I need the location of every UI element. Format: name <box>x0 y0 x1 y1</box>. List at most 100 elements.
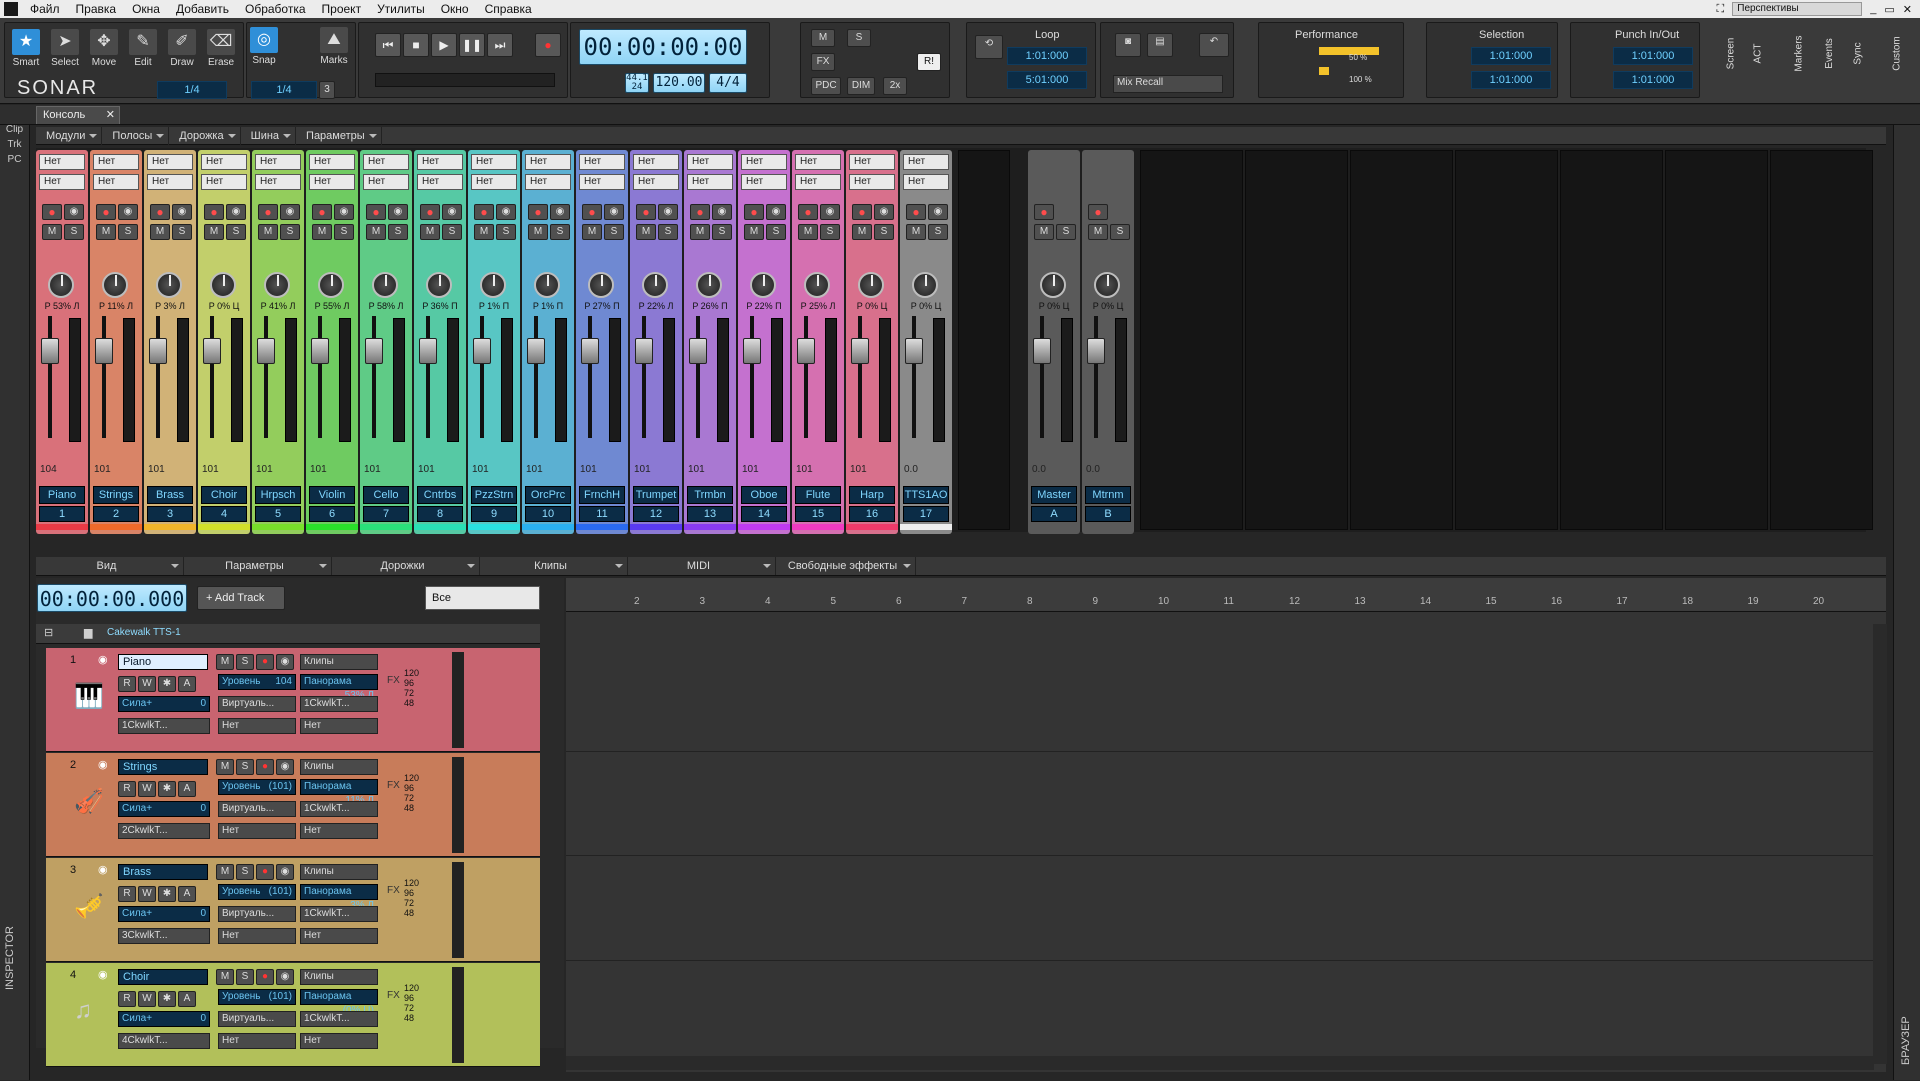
volume-fader[interactable] <box>851 338 869 364</box>
solo-button[interactable]: S <box>766 224 786 240</box>
output-selector[interactable]: Нет <box>795 174 841 190</box>
menu-insert[interactable]: Добавить <box>168 0 237 18</box>
bank-selector[interactable]: Нет <box>218 718 296 734</box>
volume-fader[interactable] <box>257 338 275 364</box>
strip-name[interactable]: PzzStrn <box>471 486 517 504</box>
volume-fader[interactable] <box>743 338 761 364</box>
input-echo-button[interactable]: ◉ <box>874 204 894 220</box>
strip-name[interactable]: Flute <box>795 486 841 504</box>
console-menu-3[interactable]: Шина <box>241 127 297 145</box>
panel-act[interactable]: ACT <box>1753 44 1764 64</box>
track-automation-3[interactable]: A <box>178 886 196 902</box>
track-solo-button[interactable]: S <box>236 864 254 880</box>
record-arm-button[interactable]: ● <box>150 204 170 220</box>
document-button[interactable]: ▤ <box>1147 33 1173 57</box>
input-echo-button[interactable]: ◉ <box>388 204 408 220</box>
browser-label[interactable]: БРАУЗЕР <box>1900 985 1912 1065</box>
channel-selector[interactable]: 3CkwlkT... <box>118 928 210 944</box>
solo-button[interactable]: S <box>496 224 516 240</box>
track-automation-1[interactable]: W <box>138 886 156 902</box>
patch-selector[interactable]: Нет <box>300 928 378 944</box>
record-arm-button[interactable]: ● <box>690 204 710 220</box>
solo-button[interactable]: S <box>118 224 138 240</box>
input-echo-button[interactable]: ◉ <box>820 204 840 220</box>
menu-file[interactable]: Файл <box>22 0 68 18</box>
velocity-offset[interactable]: Сила+ 0 <box>118 1011 210 1027</box>
solo-button[interactable]: S <box>820 224 840 240</box>
volume-fader[interactable] <box>203 338 221 364</box>
volume-fader[interactable] <box>95 338 113 364</box>
track-automation-3[interactable]: A <box>178 781 196 797</box>
tool-edit-button[interactable]: ✎ Edit <box>128 29 158 75</box>
input-selector[interactable]: Нет <box>579 154 625 170</box>
input-echo-button[interactable]: ◉ <box>442 204 462 220</box>
forward-button[interactable]: ⏭ <box>487 33 513 57</box>
mute-button[interactable]: M <box>1034 224 1054 240</box>
track-pan[interactable]: Панорама(0% Ц) <box>300 989 378 1016</box>
pan-knob[interactable] <box>372 272 398 298</box>
input-echo-button[interactable]: ◉ <box>118 204 138 220</box>
output-selector[interactable]: Нет <box>93 174 139 190</box>
pan-knob[interactable] <box>102 272 128 298</box>
input-selector[interactable]: Нет <box>849 154 895 170</box>
output-selector[interactable]: Нет <box>903 174 949 190</box>
mix-recall-dropdown[interactable]: Mix Recall <box>1113 75 1223 93</box>
mute-button[interactable]: M <box>420 224 440 240</box>
loop-end[interactable]: 5:01:000 <box>1007 71 1087 89</box>
track-automation-1[interactable]: W <box>138 991 156 1007</box>
track-menu-0[interactable]: Вид <box>36 557 184 575</box>
mute-button[interactable]: M <box>366 224 386 240</box>
track-mute-button[interactable]: M <box>216 759 234 775</box>
double-speed-button[interactable]: 2x <box>883 77 907 95</box>
input-selector[interactable]: Виртуаль... <box>218 1011 296 1027</box>
volume-fader[interactable] <box>41 338 59 364</box>
output-selector[interactable]: Нет <box>579 174 625 190</box>
patch-selector[interactable]: Нет <box>300 1033 378 1049</box>
console-menu-1[interactable]: Полосы <box>102 127 170 145</box>
output-selector[interactable]: 1CkwlkT... <box>300 906 378 922</box>
strip-name[interactable]: Trmbn <box>687 486 733 504</box>
input-selector[interactable]: Нет <box>255 154 301 170</box>
clips-dropdown[interactable]: Клипы <box>300 759 378 775</box>
track-automation-3[interactable]: A <box>178 991 196 1007</box>
clip-tab[interactable]: Clip <box>0 124 29 135</box>
input-selector[interactable]: Нет <box>525 154 571 170</box>
volume-fader[interactable] <box>149 338 167 364</box>
pan-knob[interactable] <box>210 272 236 298</box>
solo-button[interactable]: S <box>64 224 84 240</box>
track-name[interactable]: Choir <box>118 969 208 985</box>
mute-button[interactable]: M <box>258 224 278 240</box>
input-selector[interactable]: Виртуаль... <box>218 696 296 712</box>
menu-views[interactable]: Окна <box>124 0 168 18</box>
solo-button[interactable]: S <box>334 224 354 240</box>
mute-all-button[interactable]: M <box>811 29 835 47</box>
track-arm-button[interactable]: ● <box>256 864 274 880</box>
track-automation-2[interactable]: ✱ <box>158 886 176 902</box>
volume-fader[interactable] <box>797 338 815 364</box>
solo-button[interactable]: S <box>442 224 462 240</box>
volume-fader[interactable] <box>689 338 707 364</box>
close-icon[interactable]: ✕ <box>1903 3 1912 16</box>
track-arm-button[interactable]: ● <box>256 759 274 775</box>
track-menu-3[interactable]: Клипы <box>480 557 628 575</box>
record-arm-button[interactable]: ● <box>420 204 440 220</box>
strip-name[interactable]: Mtrnm <box>1085 486 1131 504</box>
track-echo-button[interactable]: ◉ <box>276 654 294 670</box>
track-tab[interactable]: Trk <box>0 139 29 150</box>
mute-button[interactable]: M <box>312 224 332 240</box>
track-automation-0[interactable]: R <box>118 991 136 1007</box>
volume-fader[interactable] <box>1033 338 1051 364</box>
track-arm-button[interactable]: ● <box>256 654 274 670</box>
track-solo-button[interactable]: S <box>236 759 254 775</box>
track-row[interactable]: 4 ◉ Choir M S ● ◉ Клипы R W ✱ A Уровень (101) Панорама… <box>46 963 540 1067</box>
volume-fader[interactable] <box>635 338 653 364</box>
volume-fader[interactable] <box>311 338 329 364</box>
input-selector[interactable]: Нет <box>903 154 949 170</box>
fullscreen-icon[interactable]: ⛶ <box>1717 3 1725 16</box>
bank-selector[interactable]: Нет <box>218 928 296 944</box>
velocity-offset[interactable]: Сила+ 0 <box>118 801 210 817</box>
input-selector[interactable]: Нет <box>687 154 733 170</box>
track-row[interactable]: 2 ◉ Strings M S ● ◉ Клипы R W ✱ A Уровень (101) Панора… <box>46 753 540 857</box>
clips-dropdown[interactable]: Клипы <box>300 654 378 670</box>
solo-button[interactable]: S <box>226 224 246 240</box>
